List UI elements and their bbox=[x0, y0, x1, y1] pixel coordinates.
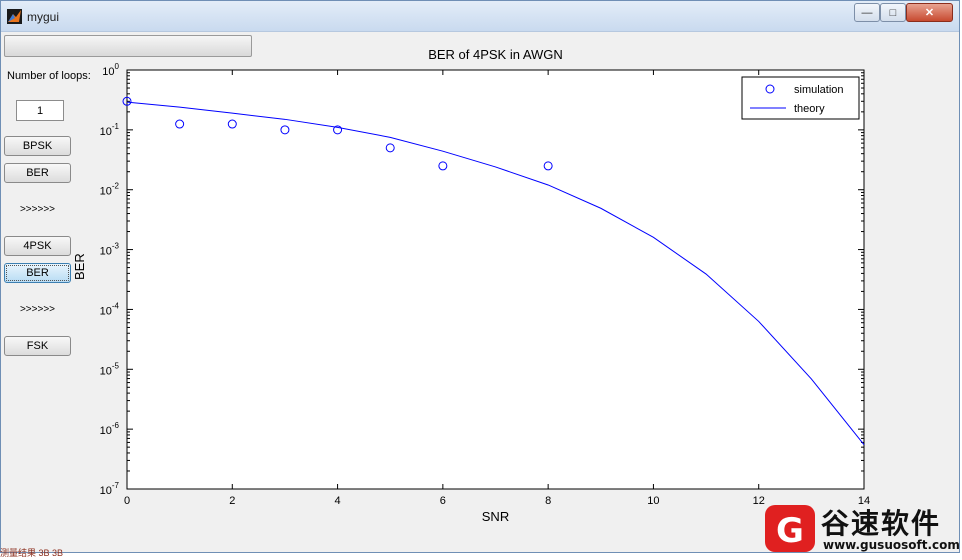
x-tick-label: 8 bbox=[545, 495, 551, 507]
y-tick-label: 10-4 bbox=[100, 301, 120, 317]
y-tick-label: 10-5 bbox=[100, 361, 120, 377]
x-tick-label: 10 bbox=[647, 495, 659, 507]
status-fragment: 测量结果 3B 3B bbox=[0, 548, 64, 558]
watermark-text: 谷速软件 bbox=[821, 507, 942, 540]
watermark-url: www.gusuosoft.com bbox=[823, 538, 960, 552]
watermark-g-icon: G bbox=[765, 505, 815, 552]
y-tick-label: 100 bbox=[102, 62, 119, 78]
y-tick-label: 10-3 bbox=[100, 242, 120, 258]
ber-chart[interactable]: 0 2 4 6 8 10 12 1410010-110-210-310-410-510-610… bbox=[0, 0, 962, 555]
x-tick-label: 2 bbox=[229, 495, 235, 507]
x-tick-label: 6 bbox=[440, 495, 446, 507]
x-tick-label: 0 bbox=[124, 495, 130, 507]
x-tick-label: 4 bbox=[335, 495, 341, 507]
watermark-letter: G bbox=[776, 511, 804, 551]
y-tick-label: 10-2 bbox=[100, 182, 120, 198]
legend-label: theory bbox=[794, 103, 825, 115]
plot-area bbox=[126, 69, 865, 490]
legend-label: simulation bbox=[794, 84, 844, 96]
x-tick-label: 12 bbox=[753, 495, 765, 507]
watermark-logo: G 谷速软件 www.gusuosoft.com bbox=[765, 500, 962, 555]
y-tick-label: 10-7 bbox=[100, 481, 120, 497]
y-tick-label: 10-6 bbox=[100, 421, 120, 437]
y-tick-label: 10-1 bbox=[100, 122, 120, 138]
